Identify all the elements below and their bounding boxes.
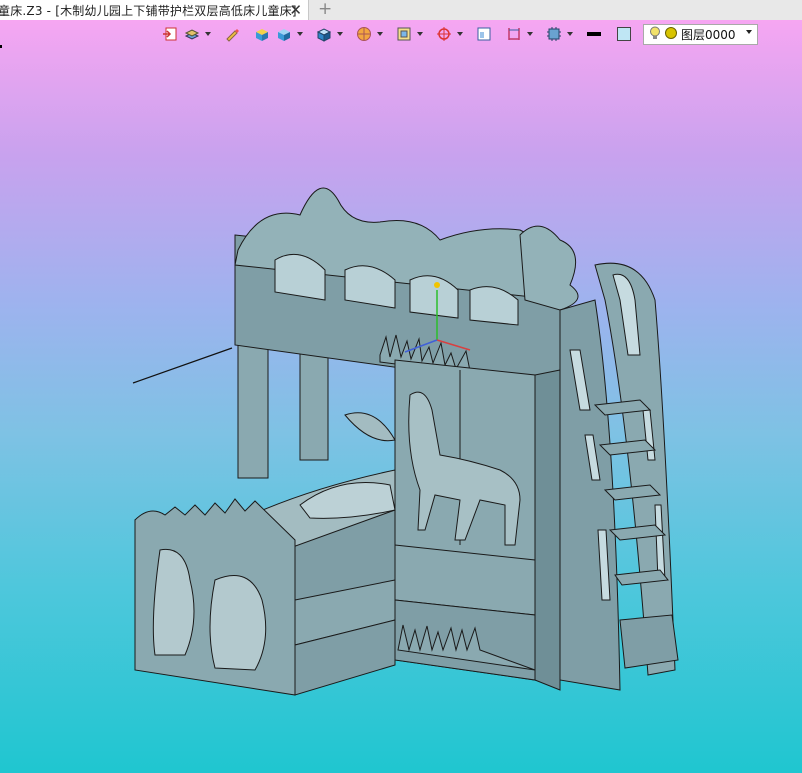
bunk-bed-model	[132, 187, 679, 696]
close-icon[interactable]: ✕	[289, 1, 302, 19]
add-tab-icon[interactable]: +	[318, 0, 332, 18]
document-tab-title: 童床.Z3 - [木制幼儿园上下铺带护栏双层高低床儿童床]	[0, 3, 297, 18]
document-tab[interactable]: 童床.Z3 - [木制幼儿园上下铺带护栏双层高低床儿童床] ✕	[0, 0, 309, 20]
document-tab-bar: 童床.Z3 - [木制幼儿园上下铺带护栏双层高低床儿童床] ✕ +	[0, 0, 802, 21]
